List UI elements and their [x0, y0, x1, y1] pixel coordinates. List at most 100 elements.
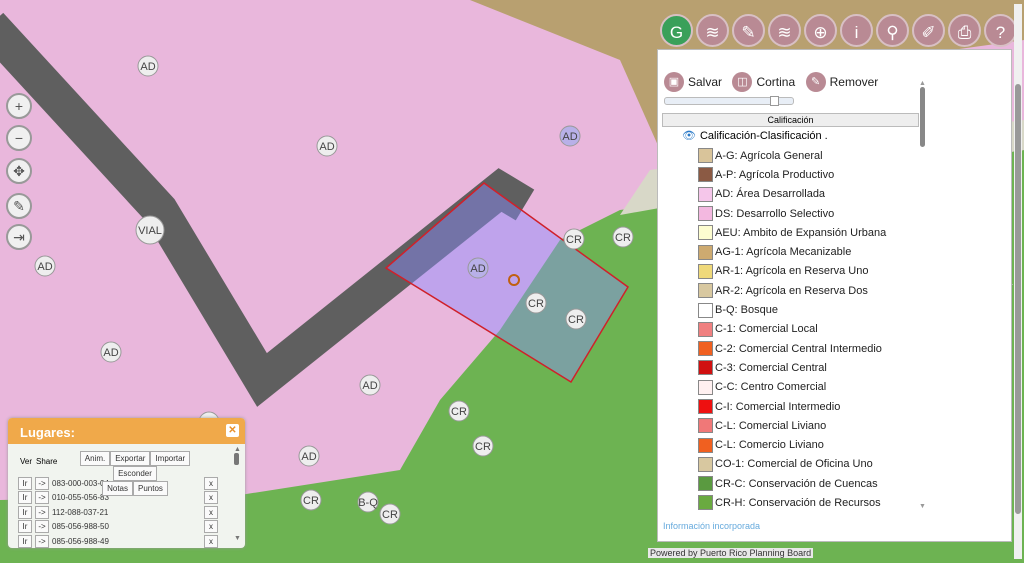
save-button[interactable]: ▣ Salvar — [664, 72, 722, 92]
zone-label: AD — [562, 131, 577, 143]
share-button[interactable]: -> — [35, 476, 49, 490]
legend-item: C-3: Comercial Central — [658, 358, 923, 377]
print-icon[interactable]: ⎙ — [948, 14, 981, 47]
legend-label: C-I: Comercial Intermedio — [715, 400, 841, 413]
places-exportar-button[interactable]: Exportar — [110, 451, 151, 466]
delete-place-button[interactable]: x — [204, 505, 218, 519]
legend-swatch — [698, 360, 713, 376]
place-row: Ir -> 085-056-988-49 x — [18, 534, 245, 549]
legend-label: A-P: Agrícola Productivo — [715, 168, 835, 181]
group-label: Calificación-Clasificación . — [699, 129, 828, 142]
section-header[interactable]: Calificación — [662, 113, 919, 127]
legend-label: B-Q: Bosque — [715, 304, 778, 317]
zone-label: CR — [303, 495, 319, 507]
share-button[interactable]: -> — [35, 520, 49, 534]
go-button[interactable]: Ir — [18, 534, 32, 548]
go-button[interactable]: Ir — [18, 520, 32, 534]
go-button[interactable]: Ir — [18, 491, 32, 505]
col-ver: Ver — [20, 457, 33, 466]
legend-item: AR-1: Agrícola en Reserva Uno — [658, 262, 923, 281]
place-id: 085-056-988-50 — [52, 522, 109, 532]
legend-label: CR-C: Conservación de Cuencas — [715, 477, 878, 490]
places-scrollbar[interactable]: ▲ ▼ — [234, 446, 241, 542]
legend-scrollbar[interactable]: ▲ ▼ — [919, 80, 927, 510]
legend-label: A-G: Agrícola General — [715, 149, 823, 162]
col-share: Share — [36, 457, 58, 466]
go-button[interactable]: Ir — [18, 505, 32, 519]
delete-place-button[interactable]: x — [204, 520, 218, 534]
delete-place-button[interactable]: x — [204, 534, 218, 548]
legend-item: AR-2: Agrícola en Reserva Dos — [658, 281, 923, 300]
places-puntos-button[interactable]: Puntos — [133, 481, 168, 496]
info-link[interactable]: Información incorporada — [663, 521, 760, 531]
close-icon[interactable]: ✕ — [226, 424, 239, 437]
legend-item: AD: Área Desarrollada — [658, 185, 923, 204]
legend-label: C-C: Centro Comercial — [715, 381, 827, 394]
remove-label: Remover — [829, 75, 879, 89]
zoom-out-icon[interactable]: − — [6, 125, 32, 151]
legend-swatch — [698, 148, 713, 164]
places-notas-button[interactable]: Notas — [102, 481, 133, 496]
share-button[interactable]: -> — [35, 534, 49, 548]
eraser-icon: ✎ — [805, 72, 826, 92]
visibility-eye-icon[interactable]: 👁 — [682, 129, 696, 142]
eraser-icon[interactable]: ✎ — [732, 14, 765, 47]
legend-label: C-L: Comercio Liviano — [715, 439, 824, 452]
draw-icon[interactable]: ✎ — [6, 193, 32, 219]
curtain-icon: ◫ — [732, 72, 753, 92]
legend-item: CR-H: Conservación de Recursos — [658, 493, 923, 512]
legend-label: AD: Área Desarrollada — [715, 188, 826, 201]
go-button[interactable]: Ir — [18, 476, 32, 490]
pan-icon[interactable]: ✥ — [6, 158, 32, 184]
legend-label: CO-1: Comercial de Oficina Uno — [715, 458, 873, 471]
zone-label: CR — [475, 441, 491, 453]
help-icon[interactable]: ? — [984, 14, 1017, 47]
legend-label: AEU: Ambito de Expansión Urbana — [715, 226, 887, 239]
zone-label: CR — [451, 406, 467, 418]
places-esconder-button[interactable]: Esconder — [113, 466, 157, 481]
legend-swatch — [698, 244, 713, 260]
legend-swatch — [698, 206, 713, 222]
measure-icon[interactable]: ✐ — [912, 14, 945, 47]
opacity-slider[interactable] — [664, 96, 794, 106]
curtain-label: Cortina — [756, 75, 796, 89]
share-button[interactable]: -> — [35, 505, 49, 519]
legend-swatch — [698, 418, 713, 434]
legend-label: C-L: Comercial Liviano — [715, 419, 827, 432]
zone-label: CR — [568, 314, 584, 326]
places-title: Lugares: — [20, 425, 75, 440]
credit-text: Powered by Puerto Rico Planning Board — [648, 548, 814, 558]
places-importar-button[interactable]: Importar — [150, 451, 191, 466]
layers-icon[interactable]: ≋ — [696, 14, 729, 47]
curtain-button[interactable]: ◫ Cortina — [732, 72, 795, 92]
legend-label: DS: Desarrollo Selectivo — [715, 207, 835, 220]
zoom-in-icon[interactable]: + — [6, 93, 32, 119]
legend-swatch — [698, 321, 713, 337]
opacity-slider-handle[interactable] — [770, 96, 779, 106]
info-icon[interactable]: i — [840, 14, 873, 47]
share-button[interactable]: -> — [35, 491, 49, 505]
save-icon: ▣ — [664, 72, 684, 92]
google-maps-icon[interactable]: G — [660, 14, 693, 47]
zone-label: VIAL — [138, 225, 162, 237]
legend-item: AG-1: Agrícola Mecanizable — [658, 242, 923, 261]
legend-label: C-1: Comercial Local — [715, 323, 818, 336]
legend-item: CR-C: Conservación de Cuencas — [658, 474, 923, 493]
legend-swatch — [698, 302, 713, 318]
zone-label: CR — [528, 298, 544, 310]
geolocate-icon[interactable]: ⊕ — [804, 14, 837, 47]
legend-label: AG-1: Agrícola Mecanizable — [715, 246, 852, 259]
remove-button[interactable]: ✎ Remover — [805, 72, 879, 92]
places-panel: Lugares: ✕ Ver Share Anim. Exportar Import… — [8, 418, 245, 548]
search-icon[interactable]: ⚲ — [876, 14, 909, 47]
layers-stack-icon[interactable]: ≋ — [768, 14, 801, 47]
zone-label: AD — [470, 263, 485, 275]
legend-swatch — [698, 495, 713, 511]
places-anim-button[interactable]: Anim. — [79, 451, 111, 466]
legend-item: C-2: Comercial Central Intermedio — [658, 339, 923, 358]
zone-label: AD — [319, 141, 334, 153]
zone-label: AD — [140, 61, 155, 73]
page-scrollbar[interactable] — [1014, 4, 1022, 559]
legend-swatch — [698, 379, 713, 395]
exit-icon[interactable]: ⇥ — [6, 224, 32, 250]
